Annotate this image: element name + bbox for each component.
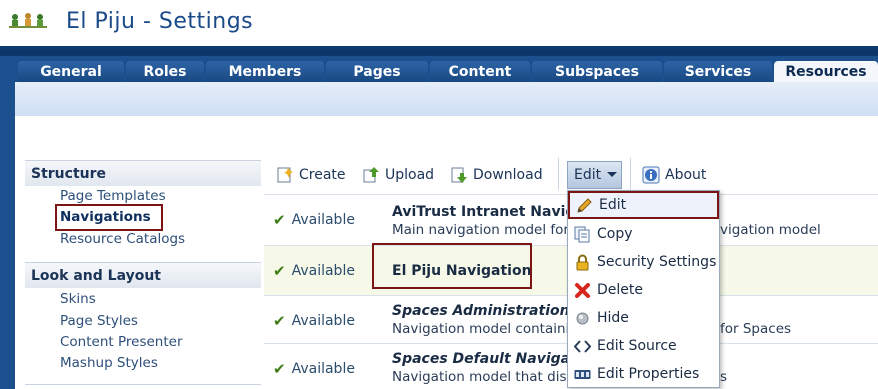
status-text: Available [291, 313, 355, 329]
status-cell: ✔ Available [273, 312, 355, 330]
resource-description: Navigation model that displ [392, 369, 579, 385]
resource-description-tail: for Spaces [720, 321, 792, 337]
menu-item-label: Edit [599, 197, 627, 213]
edit-label: Edit [574, 167, 602, 183]
pencil-icon [577, 197, 592, 213]
edit-menu-button[interactable]: Edit [567, 161, 622, 189]
el-piju-navigation-highlight [372, 243, 532, 289]
resource-name[interactable]: AviTrust Intranet Navig [392, 204, 575, 220]
menu-item-hide[interactable]: Hide [568, 304, 719, 332]
available-check-icon: ✔ [273, 211, 286, 229]
upload-label: Upload [385, 167, 435, 183]
upload-button[interactable]: Upload [362, 164, 434, 186]
status-cell: ✔ Available [273, 211, 355, 229]
menu-item-label: Delete [597, 282, 643, 298]
lock-icon [576, 254, 589, 270]
settings-tabbar: General Roles Members Pages Content Subs… [0, 46, 878, 87]
navigations-highlight [55, 204, 163, 231]
toolbar-separator [558, 158, 559, 190]
menu-item-label: Copy [597, 226, 633, 242]
toolbar-separator-2 [630, 158, 631, 190]
nav-bottom-divider [25, 384, 261, 389]
available-check-icon: ✔ [273, 360, 286, 378]
tabbar-top-strip [0, 50, 878, 56]
resource-description-tail: vigation model [720, 222, 821, 238]
nav-group-look-and-layout: Look and Layout [25, 262, 261, 288]
resource-name[interactable]: Spaces Administration [392, 303, 570, 319]
hide-circle-icon [576, 312, 589, 324]
properties-icon [574, 369, 591, 379]
menu-item-delete[interactable]: Delete [568, 276, 719, 304]
menu-item-edit[interactable]: Edit [568, 191, 719, 219]
resource-toolbar: Create Upload Download Edit About [266, 158, 878, 190]
resource-description: Main navigation model for th [392, 222, 588, 238]
status-cell: ✔ Available [273, 262, 355, 280]
create-button[interactable]: Create [276, 164, 346, 186]
about-label: About [665, 167, 707, 183]
menu-item-edit-properties[interactable]: Edit Properties [568, 360, 719, 388]
status-text: Available [291, 263, 355, 279]
delete-x-icon [575, 282, 590, 298]
create-icon [277, 167, 293, 183]
code-brackets-icon [574, 339, 591, 353]
menu-item-edit-source[interactable]: Edit Source [568, 332, 719, 360]
nav-item-resource-catalogs[interactable]: Resource Catalogs [60, 231, 185, 247]
resource-description: Navigation model containing [392, 321, 587, 337]
menu-item-security-settings[interactable]: Security Settings [568, 248, 719, 276]
chevron-down-icon [607, 172, 618, 177]
upload-icon [363, 167, 379, 183]
menu-item-label: Hide [597, 310, 629, 326]
menu-item-copy[interactable]: Copy [568, 220, 719, 248]
about-button[interactable]: About [642, 164, 706, 186]
menu-item-label: Security Settings [597, 254, 717, 270]
create-label: Create [299, 167, 346, 183]
download-label: Download [473, 167, 543, 183]
copy-icon [574, 226, 590, 242]
nav-item-skins[interactable]: Skins [60, 291, 96, 307]
group-logo-icon [9, 13, 47, 28]
available-check-icon: ✔ [273, 312, 286, 330]
resource-sidebar: Structure Page Templates Navigations Res… [25, 160, 261, 389]
nav-item-content-presenter[interactable]: Content Presenter [60, 334, 183, 350]
menu-item-label: Edit Properties [597, 366, 700, 382]
status-text: Available [291, 212, 355, 228]
left-gutter [0, 82, 15, 389]
download-icon [451, 167, 467, 183]
download-button[interactable]: Download [450, 164, 543, 186]
status-text: Available [291, 361, 355, 377]
resource-description-tail: s [720, 369, 728, 385]
resource-name[interactable]: Spaces Default Navigat [392, 351, 577, 367]
edit-dropdown-menu: Edit Copy Security Settings Delete Hide [567, 190, 720, 388]
nav-item-page-styles[interactable]: Page Styles [60, 313, 138, 329]
nav-group-structure: Structure [25, 160, 261, 186]
nav-item-mashup-styles[interactable]: Mashup Styles [60, 355, 158, 371]
info-icon [642, 166, 660, 184]
page-title: El Piju - Settings [66, 9, 254, 34]
page-header: El Piju - Settings [0, 0, 878, 46]
available-check-icon: ✔ [273, 262, 286, 280]
nav-item-page-templates[interactable]: Page Templates [60, 188, 166, 204]
status-cell: ✔ Available [273, 360, 355, 378]
menu-item-label: Edit Source [597, 338, 677, 354]
banner-band [15, 82, 878, 116]
